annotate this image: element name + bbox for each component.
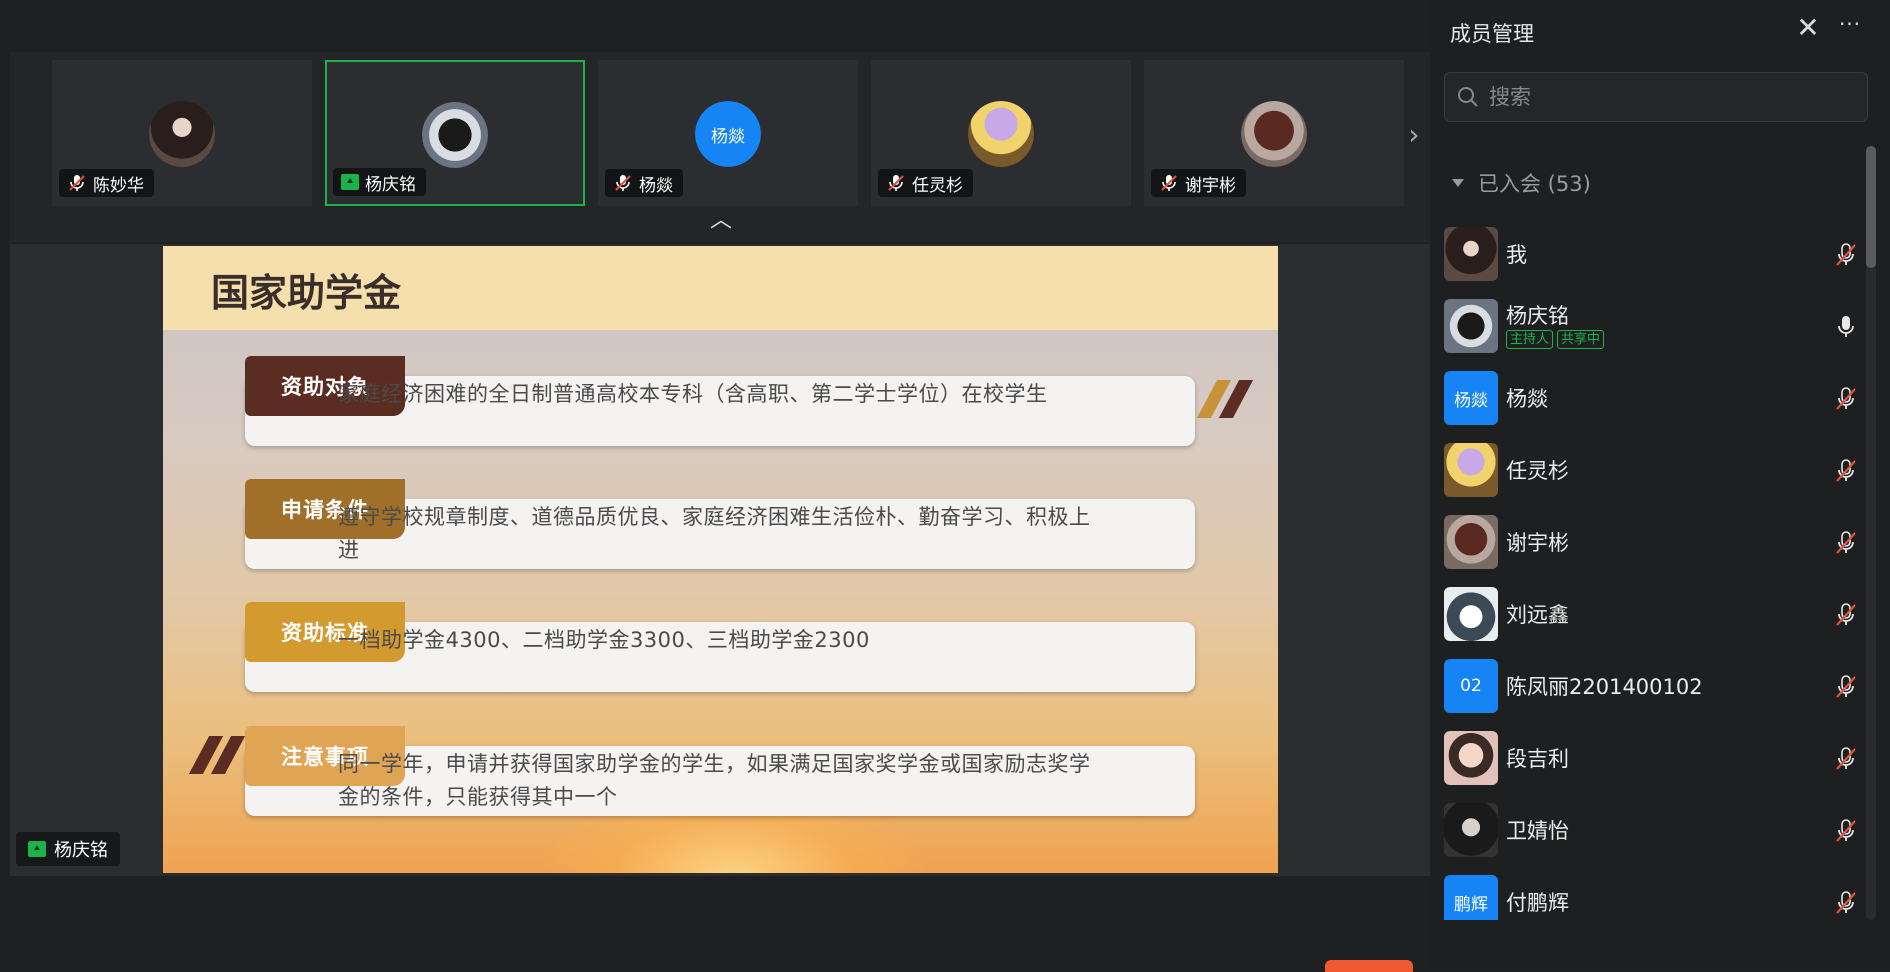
member-row[interactable]: 卫婧怡 <box>1444 800 1864 860</box>
avatar <box>1444 443 1498 497</box>
mic-off-icon[interactable] <box>1834 674 1858 700</box>
panel-title: 成员管理 <box>1450 22 1534 46</box>
video-tile[interactable]: 杨庆铭 <box>325 60 585 206</box>
member-row[interactable]: 02 陈凤丽2201400102 <box>1444 656 1864 716</box>
member-name: 刘远鑫 <box>1506 603 1569 627</box>
scrollbar-thumb[interactable] <box>1866 146 1876 268</box>
avatar <box>1444 803 1498 857</box>
avatar <box>1444 515 1498 569</box>
member-name: 杨庆铭 <box>1506 304 1569 328</box>
close-icon[interactable]: ✕ <box>1794 14 1822 42</box>
sharer-label: 杨庆铭 <box>16 832 120 866</box>
member-name: 任灵杉 <box>1506 459 1569 483</box>
member-name: 卫婧怡 <box>1506 819 1569 843</box>
avatar <box>1444 227 1498 281</box>
participant-name: 谢宇彬 <box>1185 175 1236 196</box>
member-row[interactable]: 我 <box>1444 224 1864 284</box>
avatar <box>422 102 488 168</box>
member-name: 我 <box>1506 243 1527 267</box>
collapse-strip-icon[interactable]: ︿ <box>708 210 734 232</box>
member-row[interactable]: 刘远鑫 <box>1444 584 1864 644</box>
more-icon[interactable]: ··· <box>1836 14 1864 42</box>
badge-group: 主持人 共享中 <box>1506 330 1605 349</box>
mic-icon[interactable] <box>1834 314 1858 340</box>
search-input[interactable] <box>1487 84 1851 110</box>
member-row[interactable]: 任灵杉 <box>1444 440 1864 500</box>
participant-name: 陈妙华 <box>93 175 144 196</box>
mic-off-icon[interactable] <box>1834 602 1858 628</box>
name-tag: 谢宇彬 <box>1151 169 1246 197</box>
mic-off-icon[interactable] <box>1834 242 1858 268</box>
end-meeting-button[interactable] <box>1325 960 1413 972</box>
card-text: 家庭经济困难的全日制普通高校本专科（含高职、第二学士学位）在校学生 <box>338 382 1048 406</box>
slide-title: 国家助学金 <box>211 271 402 315</box>
card-text: 同一学年，申请并获得国家助学金的学生，如果满足国家奖学金或国家励志奖学金的条件，… <box>338 752 1091 809</box>
slide-header: 国家助学金 <box>163 246 1278 330</box>
member-list: 我杨庆铭主持人 共享中杨燚 杨燚任灵杉谢宇彬刘远鑫 02 陈凤丽2201400102 段吉… <box>1444 224 1864 920</box>
avatar: 杨燚 <box>1444 371 1498 425</box>
video-tile[interactable]: 任灵杉 <box>871 60 1131 206</box>
name-tag: 陈妙华 <box>59 169 154 197</box>
name-tag: 任灵杉 <box>878 169 973 197</box>
participant-name: 任灵杉 <box>912 175 963 196</box>
avatar <box>1241 101 1307 167</box>
name-tag: 杨庆铭 <box>333 168 426 196</box>
avatar <box>149 101 215 167</box>
member-row[interactable]: 杨庆铭主持人 共享中 <box>1444 296 1864 356</box>
video-tile[interactable]: 杨燚 杨燚 <box>598 60 858 206</box>
search-box[interactable] <box>1444 72 1868 122</box>
member-name: 陈凤丽2201400102 <box>1506 675 1703 699</box>
member-row[interactable]: 杨燚 杨燚 <box>1444 368 1864 428</box>
share-icon <box>341 174 359 190</box>
avatar: 杨燚 <box>695 101 761 167</box>
role-badge: 主持人 <box>1506 330 1554 349</box>
share-icon <box>28 841 46 857</box>
avatar <box>1444 731 1498 785</box>
avatar: 鹏辉 <box>1444 875 1498 920</box>
mic-off-icon <box>886 173 906 193</box>
group-header[interactable]: 已入会 (53) <box>1452 168 1591 198</box>
avatar <box>1444 299 1498 353</box>
mic-off-icon <box>613 173 633 193</box>
member-name: 段吉利 <box>1506 747 1569 771</box>
mic-off-icon <box>67 173 87 193</box>
avatar <box>968 101 1034 167</box>
member-name: 付鹏辉 <box>1506 891 1569 915</box>
member-row[interactable]: 谢宇彬 <box>1444 512 1864 572</box>
video-tile[interactable]: 谢宇彬 <box>1144 60 1404 206</box>
member-row[interactable]: 段吉利 <box>1444 728 1864 788</box>
meeting-area: 陈妙华 杨庆铭 杨燚 杨燚 任灵杉 谢宇彬 › ︿ 国家助学金 资助对象 家庭经济困难的全日… <box>0 0 1430 969</box>
search-icon <box>1458 87 1478 107</box>
role-badge: 共享中 <box>1557 330 1605 349</box>
mic-off-icon[interactable] <box>1834 386 1858 412</box>
card-text: 一档助学金4300、二档助学金3300、三档助学金2300 <box>338 628 870 652</box>
mic-off-icon[interactable] <box>1834 458 1858 484</box>
group-label: 已入会 (53) <box>1478 172 1591 196</box>
slide: 国家助学金 资助对象 家庭经济困难的全日制普通高校本专科（含高职、第二学士学位）在… <box>163 246 1278 873</box>
member-name: 杨燚 <box>1506 387 1548 411</box>
member-panel: 成员管理 ✕ ··· 已入会 (53) 我杨庆铭主持人共享中杨燚杨燚任灵杉谢宇彬… <box>1430 0 1890 969</box>
mic-off-icon[interactable] <box>1834 890 1858 916</box>
strip-next-icon[interactable]: › <box>1398 106 1430 162</box>
name-tag: 杨燚 <box>605 169 683 197</box>
video-tile[interactable]: 陈妙华 <box>52 60 312 206</box>
member-row[interactable]: 鹏辉 付鹏辉 <box>1444 872 1864 920</box>
sharer-name: 杨庆铭 <box>54 840 108 861</box>
mic-off-icon[interactable] <box>1834 746 1858 772</box>
participant-name: 杨庆铭 <box>365 174 416 195</box>
mic-off-icon[interactable] <box>1834 818 1858 844</box>
card-text: 遵守学校规章制度、道德品质优良、家庭经济困难生活俭朴、勤奋学习、积极上进 <box>338 505 1091 562</box>
mic-off-icon <box>1159 173 1179 193</box>
avatar <box>1444 587 1498 641</box>
participant-name: 杨燚 <box>639 175 673 196</box>
member-name: 谢宇彬 <box>1506 531 1569 555</box>
avatar: 02 <box>1444 659 1498 713</box>
caret-down-icon <box>1452 179 1464 187</box>
mic-off-icon[interactable] <box>1834 530 1858 556</box>
